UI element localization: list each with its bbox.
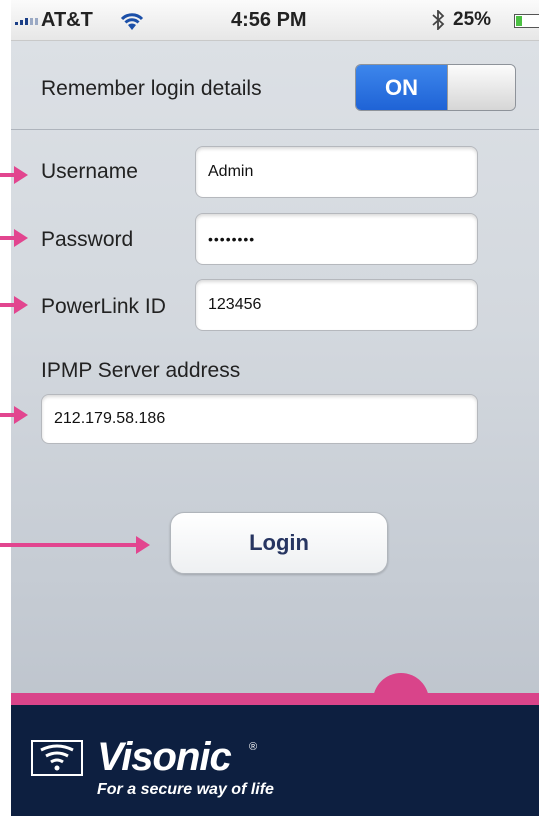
- brand-footer: Visonic ® For a secure way of life: [11, 705, 539, 816]
- username-label: Username: [41, 160, 138, 183]
- password-field[interactable]: ••••••••: [195, 213, 478, 265]
- brand-tagline: For a secure way of life: [97, 781, 274, 798]
- annotation-arrow-login: [0, 536, 150, 554]
- toggle-knob[interactable]: [447, 65, 515, 110]
- annotation-arrow-password: [0, 229, 28, 247]
- app-screen: AT&T 4:56 PM 25% Remember login details …: [11, 0, 539, 816]
- powerlink-id-label: PowerLink ID: [41, 295, 166, 318]
- accent-line: [11, 693, 539, 705]
- status-bar: AT&T 4:56 PM 25%: [11, 0, 539, 41]
- toggle-on-label: ON: [356, 65, 447, 110]
- password-label: Password: [41, 228, 134, 251]
- annotation-arrow-powerlink: [0, 296, 28, 314]
- remember-login-toggle[interactable]: ON: [355, 64, 516, 111]
- username-field[interactable]: Admin: [195, 146, 478, 198]
- powerlink-id-field[interactable]: 123456: [195, 279, 478, 331]
- carrier-name: AT&T: [41, 9, 93, 31]
- bluetooth-icon: [432, 10, 445, 30]
- wifi-icon: [120, 13, 144, 30]
- server-address-label: IPMP Server address: [41, 359, 241, 382]
- annotation-arrow-username: [0, 166, 28, 184]
- remember-login-label: Remember login details: [41, 77, 262, 100]
- visonic-logo-icon: [31, 740, 83, 776]
- annotation-arrow-server: [0, 406, 28, 424]
- login-button[interactable]: Login: [170, 512, 388, 574]
- clock-time: 4:56 PM: [231, 9, 307, 31]
- server-address-field[interactable]: 212.179.58.186: [41, 394, 478, 444]
- brand-name: Visonic: [97, 735, 232, 779]
- battery-percent: 25%: [453, 9, 492, 30]
- battery-icon: [514, 14, 539, 28]
- signal-icon: [15, 18, 38, 25]
- registered-mark: ®: [249, 741, 258, 753]
